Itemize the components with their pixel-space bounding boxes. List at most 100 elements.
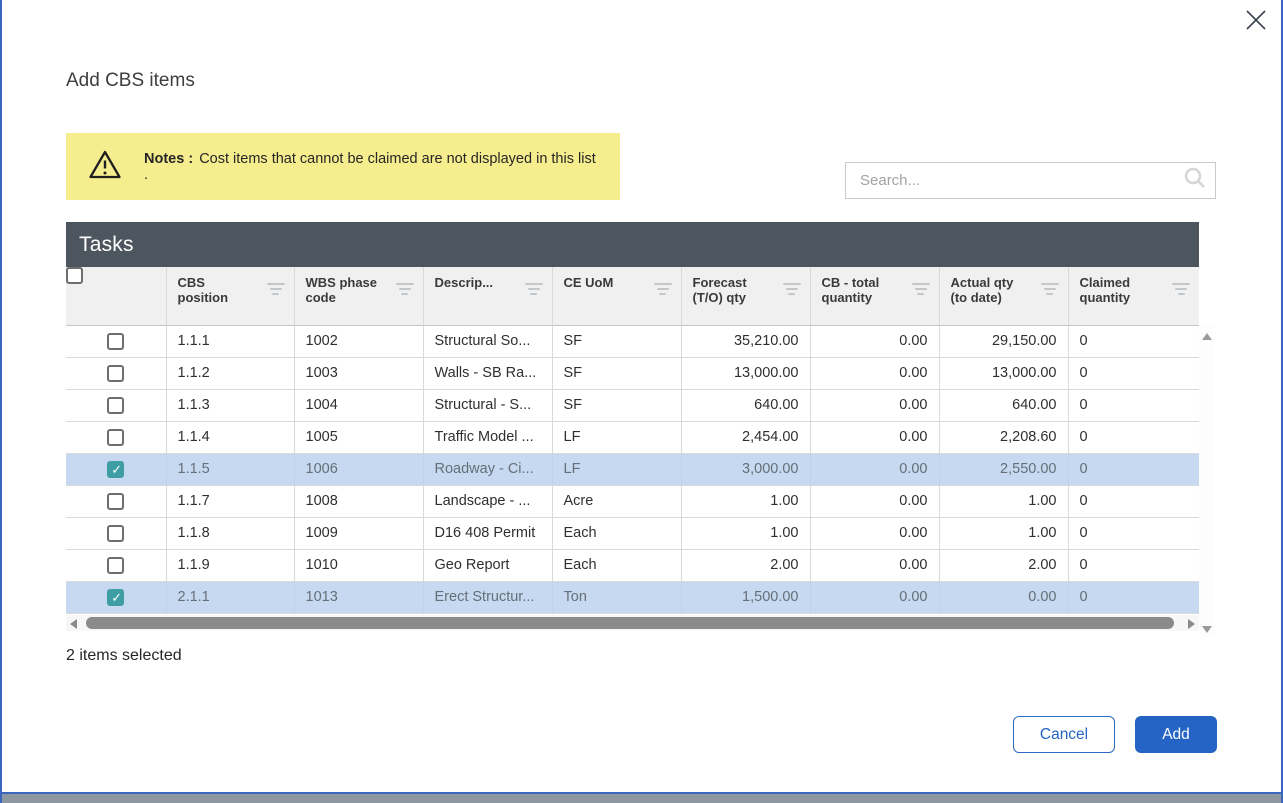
column-header-cb-total-quantity: CB - total quantity (822, 276, 894, 306)
filter-icon[interactable] (1171, 283, 1191, 295)
cell-wbs-phase-code: 1003 (294, 357, 423, 389)
search-input[interactable] (846, 172, 1183, 189)
cell-forecast-qty: 640.00 (681, 389, 810, 421)
cell-ce-uom: LF (552, 453, 681, 485)
cell-wbs-phase-code: 1002 (294, 325, 423, 357)
cell-cbs-position: 1.1.9 (166, 549, 294, 581)
cell-claimed-quantity: 0 (1068, 389, 1199, 421)
cell-actual-qty: 2,550.00 (939, 453, 1068, 485)
scroll-down-icon[interactable] (1202, 626, 1212, 633)
cell-claimed-quantity: 0 (1068, 357, 1199, 389)
cell-ce-uom: Ton (552, 581, 681, 613)
cell-cb-total-quantity: 0.00 (810, 357, 939, 389)
table-row[interactable]: 1.1.7 1008 Landscape - ... Acre 1.00 0.0… (66, 485, 1199, 517)
cell-claimed-quantity: 0 (1068, 581, 1199, 613)
cell-actual-qty: 1.00 (939, 517, 1068, 549)
cell-ce-uom: SF (552, 357, 681, 389)
cell-description: Walls - SB Ra... (423, 357, 552, 389)
column-header-wbs-phase-code: WBS phase code (306, 276, 378, 306)
table-row-selected[interactable]: 2.1.1 1013 Erect Structur... Ton 1,500.0… (66, 581, 1199, 613)
select-all-checkbox[interactable] (66, 267, 83, 284)
row-checkbox-checked[interactable] (107, 589, 124, 606)
filter-icon[interactable] (653, 283, 673, 295)
cell-cb-total-quantity: 0.00 (810, 581, 939, 613)
add-button[interactable]: Add (1135, 716, 1217, 753)
row-checkbox-checked[interactable] (107, 461, 124, 478)
selected-count-status: 2 items selected (66, 647, 182, 665)
table-row[interactable]: 1.1.2 1003 Walls - SB Ra... SF 13,000.00… (66, 357, 1199, 389)
table-row[interactable]: 1.1.9 1010 Geo Report Each 2.00 0.00 2.0… (66, 549, 1199, 581)
cell-ce-uom: Each (552, 517, 681, 549)
cell-actual-qty: 0.00 (939, 581, 1068, 613)
cell-ce-uom: LF (552, 421, 681, 453)
cell-cb-total-quantity: 0.00 (810, 549, 939, 581)
search-box (845, 162, 1216, 199)
header-row: CBS position WBS phase code Descrip... C… (66, 267, 1199, 325)
filter-icon[interactable] (395, 283, 415, 295)
row-checkbox[interactable] (107, 557, 124, 574)
horizontal-scrollbar[interactable] (66, 615, 1199, 631)
cell-wbs-phase-code: 1013 (294, 581, 423, 613)
horizontal-scrollbar-thumb[interactable] (86, 617, 1174, 629)
vertical-scrollbar[interactable] (1199, 325, 1214, 635)
table-row[interactable]: 1.1.4 1005 Traffic Model ... LF 2,454.00… (66, 421, 1199, 453)
scroll-right-icon[interactable] (1188, 619, 1195, 629)
page-edge-left (0, 0, 2, 803)
cell-actual-qty: 13,000.00 (939, 357, 1068, 389)
filter-icon[interactable] (524, 283, 544, 295)
column-header-claimed-quantity: Claimed quantity (1080, 276, 1152, 306)
cell-description: Structural - S... (423, 389, 552, 421)
notes-text: Notes : Cost items that cannot be claime… (144, 151, 602, 183)
cell-description: Landscape - ... (423, 485, 552, 517)
row-checkbox[interactable] (107, 429, 124, 446)
cancel-button[interactable]: Cancel (1013, 716, 1115, 753)
row-checkbox[interactable] (107, 493, 124, 510)
cell-cbs-position: 1.1.7 (166, 485, 294, 517)
cell-claimed-quantity: 0 (1068, 549, 1199, 581)
row-checkbox[interactable] (107, 525, 124, 542)
column-header-actual-qty: Actual qty (to date) (951, 276, 1023, 306)
filter-icon[interactable] (266, 283, 286, 295)
row-checkbox[interactable] (107, 365, 124, 382)
cell-cbs-position: 1.1.1 (166, 325, 294, 357)
column-header-forecast-qty: Forecast (T/O) qty (693, 276, 765, 306)
table-row[interactable]: 1.1.3 1004 Structural - S... SF 640.00 0… (66, 389, 1199, 421)
tasks-grid: Tasks CBS position WBS phase code Descri… (66, 222, 1214, 631)
cell-cb-total-quantity: 0.00 (810, 517, 939, 549)
cell-forecast-qty: 2.00 (681, 549, 810, 581)
cell-claimed-quantity: 0 (1068, 485, 1199, 517)
cell-forecast-qty: 1.00 (681, 517, 810, 549)
filter-icon[interactable] (1040, 283, 1060, 295)
cell-cb-total-quantity: 0.00 (810, 453, 939, 485)
column-header-description: Descrip... (435, 276, 494, 291)
cell-actual-qty: 640.00 (939, 389, 1068, 421)
grid-caption: Tasks (66, 222, 1199, 267)
cell-cbs-position: 1.1.8 (166, 517, 294, 549)
cell-wbs-phase-code: 1009 (294, 517, 423, 549)
filter-icon[interactable] (911, 283, 931, 295)
scroll-left-icon[interactable] (70, 619, 77, 629)
cell-cb-total-quantity: 0.00 (810, 485, 939, 517)
cell-claimed-quantity: 0 (1068, 325, 1199, 357)
cell-description: Roadway - Ci... (423, 453, 552, 485)
row-checkbox[interactable] (107, 397, 124, 414)
cell-forecast-qty: 1,500.00 (681, 581, 810, 613)
cell-description: D16 408 Permit (423, 517, 552, 549)
filter-icon[interactable] (782, 283, 802, 295)
cell-forecast-qty: 1.00 (681, 485, 810, 517)
table-row-selected[interactable]: 1.1.5 1006 Roadway - Ci... LF 3,000.00 0… (66, 453, 1199, 485)
scroll-up-icon[interactable] (1202, 333, 1212, 340)
cell-wbs-phase-code: 1010 (294, 549, 423, 581)
cell-forecast-qty: 35,210.00 (681, 325, 810, 357)
row-checkbox[interactable] (107, 333, 124, 350)
table-row[interactable]: 1.1.1 1002 Structural So... SF 35,210.00… (66, 325, 1199, 357)
notes-banner: Notes : Cost items that cannot be claime… (66, 133, 620, 200)
background-page-strip (0, 792, 1283, 803)
table-row[interactable]: 1.1.8 1009 D16 408 Permit Each 1.00 0.00… (66, 517, 1199, 549)
close-icon[interactable] (1241, 5, 1271, 35)
cell-wbs-phase-code: 1004 (294, 389, 423, 421)
warning-icon (88, 149, 122, 185)
search-icon[interactable] (1183, 166, 1207, 195)
cell-description: Erect Structur... (423, 581, 552, 613)
cell-actual-qty: 29,150.00 (939, 325, 1068, 357)
